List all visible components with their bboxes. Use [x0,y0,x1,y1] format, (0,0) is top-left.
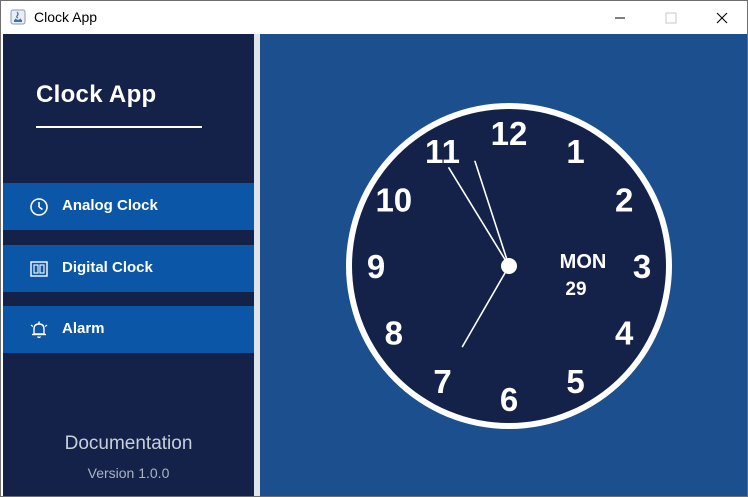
clock-numeral: 5 [566,363,584,400]
digital-clock-icon [30,261,48,277]
clock-panel: 12 1 2 3 4 5 6 7 8 9 10 11 MON 29 [260,34,747,496]
clock-icon [30,198,48,216]
close-button[interactable] [699,1,745,34]
minimize-button[interactable] [597,1,643,34]
day-label: MON [560,251,607,273]
alarm-bell-icon [30,321,48,339]
close-icon [716,12,728,23]
clock-numeral: 10 [375,182,412,219]
brand-underline [36,126,202,128]
nav-item-alarm[interactable]: Alarm [3,306,254,353]
clock-numeral: 9 [367,248,385,285]
nav-item-analog-clock[interactable]: Analog Clock [3,183,254,230]
clock-numeral: 6 [500,381,518,418]
sidebar: Clock App Analog Clock Digital Clock Ala… [3,34,254,496]
clock-numeral: 3 [633,248,651,285]
clock-numeral: 8 [385,315,403,352]
version-label: Version 1.0.0 [87,465,170,481]
maximize-button[interactable] [648,1,694,34]
clock-center-pin [501,258,517,274]
nav-item-digital-clock[interactable]: Digital Clock [3,245,254,292]
java-app-icon [10,9,26,25]
date-label: 29 [565,279,586,300]
clock-numeral: 11 [425,133,460,170]
documentation-link[interactable]: Documentation [3,433,254,455]
clock-numeral: 2 [615,182,633,219]
app-window: Clock App Clock App Analog Clock Digital… [0,0,748,497]
clock-numeral: 1 [566,133,584,170]
nav-label-analog-clock: Analog Clock [62,197,158,214]
title-bar[interactable]: Clock App [1,1,747,34]
nav-label-alarm: Alarm [62,320,105,337]
nav-label-digital-clock: Digital Clock [62,259,153,276]
analog-clock: 12 1234567891011 MON 29 [346,103,672,429]
window-title: Clock App [34,9,98,25]
brand-title: Clock App [36,81,157,108]
clock-numeral: 4 [615,315,634,352]
maximize-icon [665,12,677,23]
clock-numeral: 12 [491,115,528,152]
clock-numeral: 7 [433,363,451,400]
minimize-icon [615,17,625,18]
